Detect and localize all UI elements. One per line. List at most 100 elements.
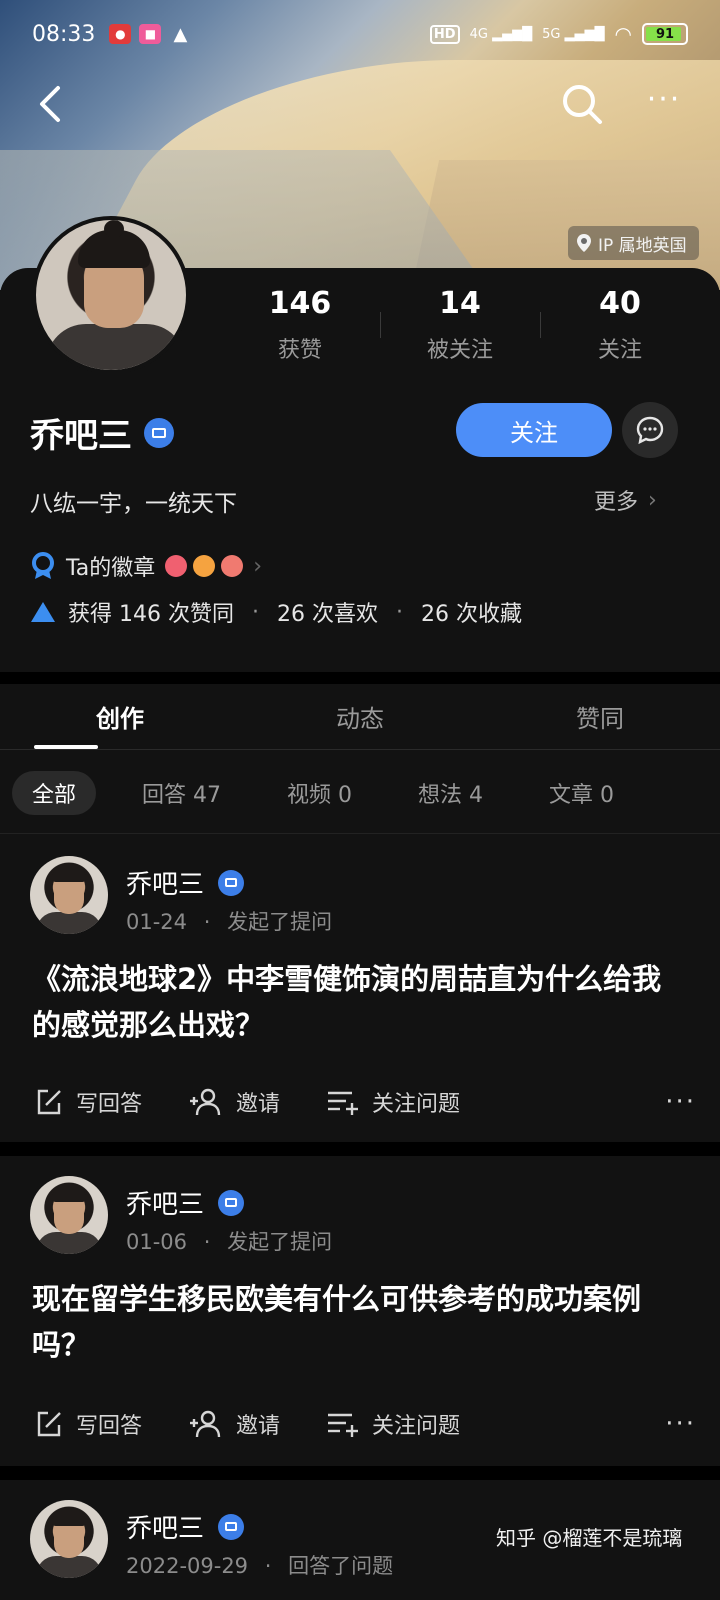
card-date: 2022-09-29 — [126, 1554, 249, 1578]
praise-likes: 26 次喜欢 — [276, 602, 378, 627]
filter-thoughts[interactable]: 想法 4 — [398, 771, 503, 815]
edit-icon — [37, 1089, 61, 1115]
write-answer-button[interactable]: 写回答 — [34, 1086, 142, 1118]
card-author-row: 乔吧三 — [126, 1184, 245, 1221]
signal-5g-icon: 5G ▂▄▆█ — [542, 26, 605, 42]
edit-icon — [37, 1411, 61, 1437]
write-answer-label: 写回答 — [76, 1414, 143, 1439]
question-title[interactable]: 《流浪地球2》中李雪健饰演的周喆直为什么给我的感觉那么出戏？ — [32, 956, 682, 1048]
stat-label: 获赞 — [277, 338, 322, 363]
tab-creation[interactable]: 创作 — [0, 684, 240, 749]
chevron-right-icon: › — [648, 487, 657, 513]
avatar[interactable] — [30, 1176, 108, 1254]
follow-button[interactable]: 关注 — [456, 403, 612, 457]
follow-question-label: 关注问题 — [372, 1414, 461, 1439]
stat-followers[interactable]: 14 被关注 — [380, 282, 540, 364]
follow-list-icon — [328, 1091, 359, 1115]
card-separator — [0, 1466, 720, 1480]
verified-icon — [218, 1189, 245, 1216]
hd-icon: HD — [429, 24, 460, 44]
bulb-badge-icon — [221, 555, 244, 577]
top-navigation: ··· — [0, 68, 720, 140]
card-author-name: 乔吧三 — [126, 1514, 205, 1544]
filter-videos[interactable]: 视频 0 — [267, 771, 372, 815]
filter-bar: 全部 回答 47 视频 0 想法 4 文章 0 — [0, 752, 720, 834]
avatar[interactable] — [30, 856, 108, 934]
verified-icon — [218, 1513, 245, 1540]
invite-label: 邀请 — [236, 1414, 281, 1439]
more-label: 更多 — [594, 490, 639, 515]
status-bar: 08:33 ● ■ ▲ HD 4G ▂▄▆█ 5G ▂▄▆█ ◠ 91 — [0, 0, 720, 68]
stat-value: 14 — [439, 286, 481, 321]
search-icon[interactable] — [560, 82, 604, 126]
upvote-triangle-icon — [31, 602, 55, 622]
card-more-button[interactable]: ··· — [665, 1087, 696, 1117]
avatar[interactable] — [30, 1500, 108, 1578]
back-arrow-icon[interactable] — [36, 84, 76, 124]
filter-all[interactable]: 全部 — [12, 770, 97, 815]
badges-row[interactable]: Ta的徽章 › — [30, 550, 262, 582]
app-notification-icon: ● — [109, 24, 132, 44]
feed-card[interactable]: 乔吧三 01-06 · 发起了提问 现在留学生移民欧美有什么可供参考的成功案例吗… — [0, 1156, 720, 1466]
filter-answers[interactable]: 回答 47 — [122, 771, 241, 815]
card-action: 回答了问题 — [288, 1554, 394, 1578]
follow-question-button[interactable]: 关注问题 — [326, 1086, 460, 1118]
praise-summary: 获得 146 次赞同 · 26 次喜欢 · 26 次收藏 — [30, 596, 522, 628]
question-title[interactable]: 现在留学生移民欧美有什么可供参考的成功案例吗？ — [32, 1276, 682, 1368]
verified-icon — [218, 869, 245, 896]
warning-icon: ▲ — [173, 23, 188, 45]
status-time: 08:33 — [32, 21, 96, 47]
chevron-right-icon: › — [253, 553, 263, 579]
medal-icon — [32, 552, 54, 579]
user-badge-icon — [193, 555, 216, 577]
invite-button[interactable]: 邀请 — [188, 1086, 280, 1118]
tab-upvoted[interactable]: 赞同 — [480, 684, 720, 749]
ip-location-badge: IP 属地英国 — [568, 226, 699, 260]
wifi-icon: ◠ — [614, 22, 632, 46]
app-notification-icon: ■ — [139, 24, 162, 44]
card-action: 发起了提问 — [227, 1230, 333, 1254]
profile-bio: 八纮一宇，一统天下 — [30, 491, 237, 517]
invite-user-icon — [190, 1088, 221, 1116]
card-author-row: 乔吧三 — [126, 864, 245, 901]
praise-collects: 26 次收藏 — [420, 602, 522, 627]
signal-4g-icon: 4G ▂▄▆█ — [469, 26, 533, 42]
tab-activity[interactable]: 动态 — [240, 684, 480, 749]
stat-following[interactable]: 40 关注 — [540, 282, 700, 364]
follow-question-label: 关注问题 — [372, 1092, 461, 1117]
ip-location-text: IP 属地英国 — [598, 235, 687, 256]
filter-articles[interactable]: 文章 0 — [529, 771, 634, 815]
location-pin-icon — [577, 234, 591, 252]
invite-label: 邀请 — [236, 1092, 281, 1117]
stat-value: 146 — [268, 286, 332, 321]
battery-level: 91 — [655, 26, 675, 42]
battery-icon: 91 — [642, 23, 688, 45]
write-answer-button[interactable]: 写回答 — [34, 1408, 142, 1440]
card-meta: 01-24 · 发起了提问 — [126, 910, 333, 934]
praise-gained: 获得 146 次赞同 — [68, 602, 234, 627]
follow-list-icon — [328, 1413, 359, 1437]
card-actions: 写回答 邀请 关注问题 ··· — [34, 1086, 714, 1118]
card-date: 01-06 — [126, 1230, 188, 1254]
card-meta: 2022-09-29 · 回答了问题 — [126, 1554, 394, 1578]
follow-question-button[interactable]: 关注问题 — [326, 1408, 460, 1440]
avatar[interactable] — [32, 216, 190, 374]
stat-label: 关注 — [597, 338, 642, 363]
card-author-row: 乔吧三 — [126, 1508, 245, 1545]
stat-likes[interactable]: 146 获赞 — [220, 282, 380, 364]
invite-user-icon — [190, 1410, 221, 1438]
feed-card[interactable]: 乔吧三 01-24 · 发起了提问 《流浪地球2》中李雪健饰演的周喆直为什么给我… — [0, 836, 720, 1142]
invite-button[interactable]: 邀请 — [188, 1408, 280, 1440]
card-more-button[interactable]: ··· — [665, 1409, 696, 1439]
message-button[interactable] — [622, 402, 678, 458]
chat-bubble-icon — [636, 416, 664, 445]
profile-name: 乔吧三 — [30, 416, 132, 456]
thumbs-up-badge-icon — [165, 555, 188, 577]
more-options-button[interactable]: ··· — [636, 82, 692, 126]
badges-label: Ta的徽章 — [66, 556, 156, 581]
watermark: 知乎 @榴莲不是琉璃 — [496, 1526, 683, 1550]
profile-name-row: 乔吧三 — [30, 408, 174, 457]
stat-label: 被关注 — [426, 338, 493, 363]
profile-more-link[interactable]: 更多 › — [594, 484, 657, 516]
profile-stats: 146 获赞 14 被关注 40 关注 — [220, 282, 700, 364]
